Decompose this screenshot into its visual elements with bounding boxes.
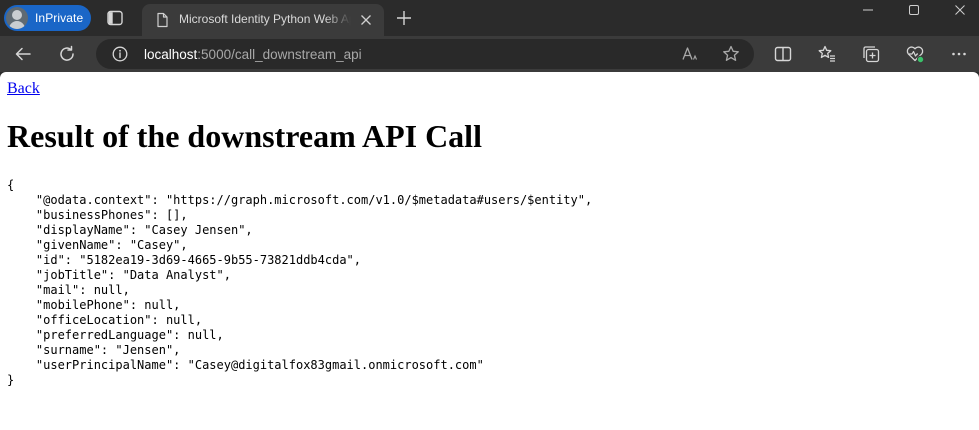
tab-active[interactable]: Microsoft Identity Python Web App	[142, 4, 384, 36]
ellipsis-icon[interactable]	[949, 44, 969, 64]
window-close-icon[interactable]	[950, 2, 970, 18]
collections-icon[interactable]	[861, 44, 881, 64]
star-icon[interactable]	[721, 44, 741, 64]
page-content: Back Result of the downstream API Call {…	[0, 72, 979, 430]
info-icon[interactable]	[112, 46, 128, 62]
arrow-left-icon[interactable]	[13, 44, 33, 64]
json-line: }	[7, 373, 15, 387]
json-line: {	[7, 178, 15, 192]
json-line: "userPrincipalName": "Casey@digitalfox83…	[7, 358, 484, 372]
json-line: "surname": "Jensen",	[7, 343, 181, 357]
favorites-icon[interactable]	[817, 44, 837, 64]
tab-actions-icon[interactable]	[105, 8, 125, 28]
tab-strip: InPrivate Microsoft Identity Python Web …	[0, 0, 979, 36]
json-line: "businessPhones": [],	[7, 208, 188, 222]
json-line: "displayName": "Casey Jensen",	[7, 223, 253, 237]
json-line: "@odata.context": "https://graph.microso…	[7, 193, 593, 207]
json-line: "id": "5182ea19-3d69-4665-9b55-73821ddb4…	[7, 253, 362, 267]
heart-pulse-icon[interactable]	[905, 44, 925, 64]
page-title: Result of the downstream API Call	[7, 118, 482, 154]
split-screen-icon[interactable]	[773, 44, 793, 64]
address-bar[interactable]: localhost:5000/call_downstream_api	[96, 39, 754, 69]
refresh-icon[interactable]	[57, 44, 77, 64]
json-line: "jobTitle": "Data Analyst",	[7, 268, 231, 282]
json-line: "mail": null,	[7, 283, 130, 297]
back-link[interactable]: Back	[7, 80, 40, 98]
maximize-icon[interactable]	[904, 2, 924, 18]
inprivate-label: InPrivate	[35, 11, 84, 25]
read-aloud-icon[interactable]	[681, 45, 699, 63]
tab-title: Microsoft Identity Python Web App	[179, 12, 351, 26]
json-result: { "@odata.context": "https://graph.micro…	[7, 178, 592, 388]
url-host: localhost	[144, 47, 198, 62]
inprivate-profile-button[interactable]: InPrivate	[4, 5, 91, 31]
json-line: "mobilePhone": null,	[7, 298, 181, 312]
json-line: "givenName": "Casey",	[7, 238, 188, 252]
minimize-icon[interactable]	[858, 2, 878, 18]
plus-icon[interactable]	[394, 8, 414, 28]
browser-toolbar: localhost:5000/call_downstream_api	[0, 36, 979, 72]
url-path: :5000/call_downstream_api	[197, 47, 362, 62]
close-icon[interactable]	[358, 12, 374, 28]
json-line: "preferredLanguage": null,	[7, 328, 224, 342]
url-text[interactable]: localhost:5000/call_downstream_api	[144, 47, 362, 62]
avatar-icon	[6, 7, 28, 29]
document-icon	[154, 12, 170, 28]
json-line: "officeLocation": null,	[7, 313, 203, 327]
